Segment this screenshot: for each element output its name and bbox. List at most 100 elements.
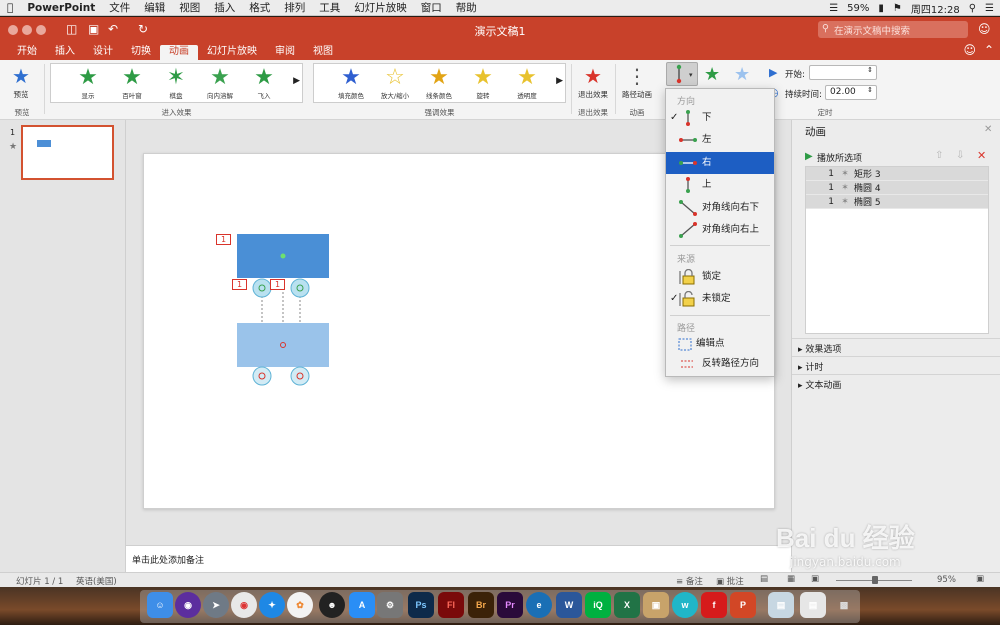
direction-diagonal-up-right[interactable]: 对角线向右上 (666, 219, 774, 241)
effect-fill-color[interactable]: ★ 填充颜色 (330, 66, 372, 101)
launchpad-icon[interactable]: ➤ (203, 592, 229, 618)
direction-left[interactable]: 左 (666, 129, 774, 151)
tab-slideshow[interactable]: 幻灯片放映 (198, 45, 266, 60)
iqiyi-icon[interactable]: iQ (585, 592, 611, 618)
qq-icon[interactable]: ☻ (319, 592, 345, 618)
tab-design[interactable]: 设计 (84, 45, 122, 60)
document-stack-icon[interactable]: ▤ (800, 592, 826, 618)
menu-window[interactable]: 窗口 (421, 0, 442, 15)
edit-points[interactable]: 编辑点 (666, 333, 774, 355)
notification-icon[interactable]: ☰ (985, 3, 994, 14)
photos-icon[interactable]: ✿ (287, 592, 313, 618)
flash-player-icon[interactable]: f (701, 592, 727, 618)
section-effect-options[interactable]: ▸ 效果选项 (792, 338, 1000, 355)
downloads-folder-icon[interactable]: ▤ (768, 592, 794, 618)
list-item[interactable]: 1 ✶ 椭圆 5 (806, 195, 988, 209)
browser-icon[interactable]: e (526, 592, 552, 618)
gallery-more-icon[interactable]: ▶ (293, 76, 300, 86)
sorter-view-icon[interactable]: ▦ (787, 574, 795, 584)
menu-help[interactable]: 帮助 (456, 0, 477, 15)
effect-fly-in[interactable]: ★ 飞入 (243, 66, 285, 101)
effect-spin[interactable]: ★ 旋转 (462, 66, 504, 101)
origin-unlocked[interactable]: ✓ 未锁定 (666, 288, 774, 310)
powerpoint-icon[interactable]: P (730, 592, 756, 618)
effect-appear[interactable]: ★ 显示 (67, 66, 109, 101)
zoom-slider-thumb[interactable] (872, 576, 878, 584)
menu-insert[interactable]: 插入 (214, 0, 235, 15)
wifi-icon[interactable]: ☰ (829, 3, 838, 14)
move-up-icon[interactable]: ⇧ (935, 150, 943, 161)
direction-right[interactable]: 右 (666, 152, 774, 174)
photoshop-icon[interactable]: Ps (408, 592, 434, 618)
path-direction-dropdown-button[interactable]: ▾ (666, 62, 698, 86)
chrome-icon[interactable]: ◉ (231, 592, 257, 618)
wunderlist-icon[interactable]: w (672, 592, 698, 618)
move-down-icon[interactable]: ⇩ (956, 150, 964, 161)
path-animation-button[interactable]: ⋮ 路径动画 (620, 63, 654, 100)
trash-icon[interactable]: ▩ (831, 592, 857, 618)
section-timing[interactable]: ▸ 计时 (792, 356, 1000, 373)
menu-edit[interactable]: 编辑 (144, 0, 165, 15)
tab-view[interactable]: 视图 (304, 45, 342, 60)
flash-icon[interactable]: Fl (438, 592, 464, 618)
gallery-more-icon[interactable]: ▶ (556, 76, 563, 86)
tab-review[interactable]: 审阅 (266, 45, 304, 60)
effect-line-color[interactable]: ★ 线条颜色 (418, 66, 460, 101)
list-item[interactable]: 1 ✶ 椭圆 4 (806, 181, 988, 195)
excel-icon[interactable]: X (614, 592, 640, 618)
slide-thumbnail[interactable] (21, 125, 114, 180)
battery-percent[interactable]: 59% (847, 3, 869, 14)
siri-icon[interactable]: ◉ (175, 592, 201, 618)
play-selected-button[interactable]: 播放所选项 (817, 151, 862, 164)
system-preferences-icon[interactable]: ⚙ (377, 592, 403, 618)
section-text-animation[interactable]: ▸ 文本动画 (792, 374, 1000, 391)
animation-pane-icon[interactable]: ★ (734, 64, 750, 85)
menu-file[interactable]: 文件 (109, 0, 130, 15)
finder-icon[interactable]: ☺ (147, 592, 173, 618)
reverse-path-direction[interactable]: 反转路径方向 (666, 353, 774, 375)
fit-slide-icon[interactable]: ▣ (976, 574, 984, 584)
effect-blinds[interactable]: ★ 百叶窗 (111, 66, 153, 101)
archive-utility-icon[interactable]: ▣ (643, 592, 669, 618)
effect-dissolve-in[interactable]: ★ 向内溶解 (199, 66, 241, 101)
animation-order-tag[interactable]: 1 (232, 279, 247, 290)
effect-checkerboard[interactable]: ✶ 棋盘 (155, 66, 197, 101)
preview-button[interactable]: ★ 预览 (4, 63, 38, 100)
spotlight-icon[interactable]: ⚲ (969, 3, 976, 14)
search-input[interactable]: ⚲ 在演示文稿中搜索 (818, 21, 968, 38)
app-store-icon[interactable]: A (349, 592, 375, 618)
effect-grow-shrink[interactable]: ☆ 放大/缩小 (374, 66, 416, 101)
apple-icon[interactable]:  (7, 2, 13, 14)
menu-app-name[interactable]: PowerPoint (27, 2, 95, 14)
menu-slideshow[interactable]: 幻灯片放映 (354, 0, 407, 15)
ellipse-4-shape[interactable] (252, 278, 272, 298)
tab-animations[interactable]: 动画 (160, 45, 198, 60)
premiere-icon[interactable]: Pr (497, 592, 523, 618)
duration-input[interactable]: 02.00 ⇕ (825, 85, 877, 100)
word-icon[interactable]: W (556, 592, 582, 618)
collapse-ribbon-icon[interactable]: ⌃ (984, 43, 994, 57)
effect-transparency[interactable]: ★ 透明度 (506, 66, 548, 101)
close-pane-icon[interactable]: ✕ (984, 124, 992, 135)
menu-arrange[interactable]: 排列 (284, 0, 305, 15)
direction-up[interactable]: 上 (666, 174, 774, 196)
menu-tools[interactable]: 工具 (319, 0, 340, 15)
tab-home[interactable]: 开始 (8, 45, 46, 60)
notes-field[interactable]: 单击此处添加备注 (126, 545, 791, 572)
direction-diagonal-down-right[interactable]: 对角线向右下 (666, 197, 774, 219)
start-select[interactable]: ⇕ (809, 65, 877, 80)
direction-down[interactable]: ✓ 下 (666, 107, 774, 129)
tab-transitions[interactable]: 切换 (122, 45, 160, 60)
animation-order-tag[interactable]: 1 (216, 234, 231, 245)
normal-view-icon[interactable]: ▤ (760, 574, 768, 584)
reorder-animation-icon[interactable]: ★ (704, 64, 720, 85)
animation-order-tag[interactable]: 1 (270, 279, 285, 290)
zoom-level[interactable]: 95% (937, 575, 956, 585)
menu-format[interactable]: 格式 (249, 0, 270, 15)
comments-toggle[interactable]: ▣ 批注 (716, 575, 744, 587)
notes-toggle[interactable]: ≡ 备注 (676, 575, 703, 587)
origin-locked[interactable]: 锁定 (666, 266, 774, 288)
delete-animation-icon[interactable]: ✕ (977, 149, 986, 162)
ellipse-5-shape[interactable] (290, 278, 310, 298)
share-icon[interactable]: ☺ (978, 22, 991, 36)
